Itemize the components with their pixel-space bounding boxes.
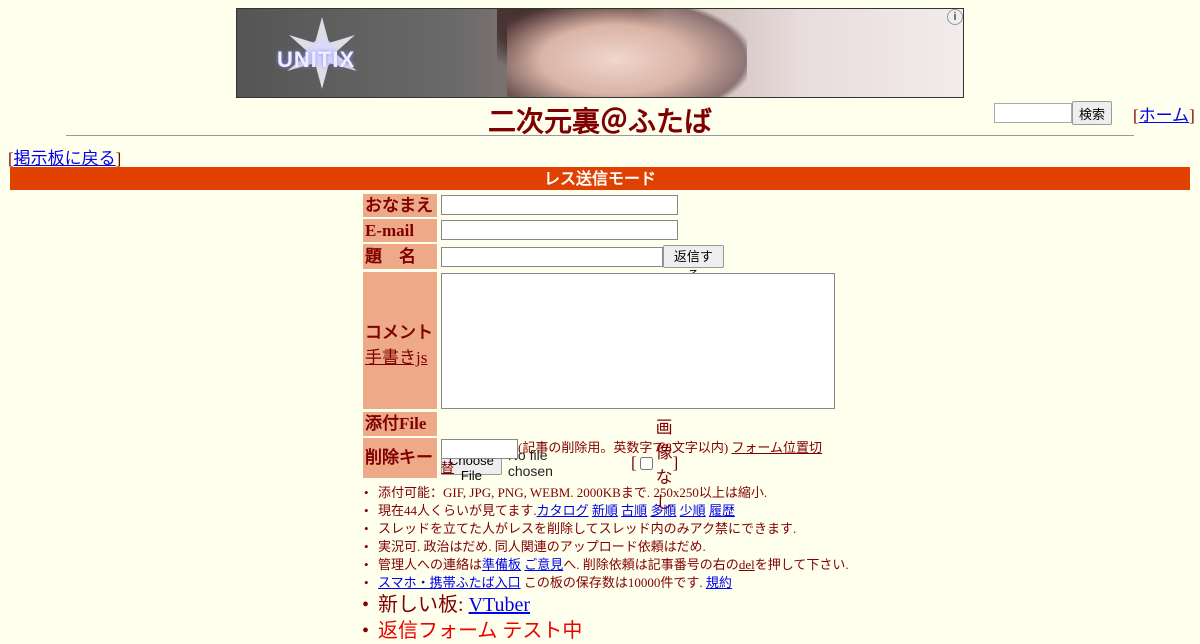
terms-link[interactable]: 規約 (706, 575, 732, 590)
delete-key-label: 削除キー (363, 438, 437, 478)
delete-key-row: (記事の削除用。英数字で8文字以内) フォーム位置切替 (441, 439, 831, 477)
catalog-link[interactable]: カタログ (537, 503, 589, 518)
board-rules-text: 実況可. 政治はだめ. 同人関連のアップロード依頼はだめ. (378, 539, 706, 554)
banner-logo-text: UNITIX (277, 47, 356, 72)
search-form: 検索 (994, 101, 1113, 125)
delete-request-suffix: を押して下さい. (754, 557, 849, 572)
delete-key-input[interactable] (441, 439, 518, 460)
search-button[interactable]: 検索 (1072, 101, 1113, 125)
home-link-wrapper: [ホーム] (1133, 101, 1195, 126)
bracket-close: ] (115, 149, 122, 168)
sort-many-link[interactable]: 多順 (650, 503, 676, 518)
subject-label: 題 名 (363, 244, 437, 269)
upload-rules-text: 添付可能：GIF, JPG, PNG, WEBM. 2000KBまで. 250x… (378, 485, 768, 500)
ad-banner[interactable]: UNITIX i (236, 8, 964, 98)
divider (66, 135, 1134, 136)
storage-count-text: この板の保存数は10000件です. (520, 575, 706, 590)
home-link[interactable]: ホーム (1139, 106, 1190, 125)
info-icon[interactable]: i (947, 9, 963, 25)
email-label: E-mail (363, 219, 437, 242)
thread-ban-text: スレッドを立てた人がレスを削除してスレッド内のみアク禁にできます. (378, 521, 797, 536)
name-label: おなまえ (363, 194, 437, 217)
handwrite-js-link[interactable]: 手書きjs (365, 348, 427, 367)
delete-request-text: へ. 削除依頼は記事番号の右の (563, 557, 739, 572)
history-link[interactable]: 履歴 (709, 503, 735, 518)
subject-input[interactable] (441, 246, 663, 267)
del-link[interactable]: del (739, 557, 755, 572)
feedback-link[interactable]: ご意見 (524, 557, 563, 572)
list-item: 現在44人くらいが見てます.カタログ 新順 古順 多順 少順 履歴 (364, 502, 849, 520)
list-item: 管理人への連絡は準備板 ご意見へ. 削除依頼は記事番号の右のdelを押して下さい… (364, 556, 849, 574)
comment-label-cell: コメント 手書きjs (363, 272, 437, 409)
list-item: スレッドを立てた人がレスを削除してスレッド内のみアク禁にできます. (364, 520, 849, 538)
list-item: スマホ・携帯ふたば入口 この板の保存数は10000件です. 規約 (364, 574, 849, 592)
bracket-close: ] (1189, 106, 1195, 125)
list-item: 実況可. 政治はだめ. 同人関連のアップロード依頼はだめ. (364, 538, 849, 556)
comment-textarea[interactable] (441, 273, 835, 409)
banner-character-image (507, 9, 747, 97)
reply-mode-bar: レス送信モード (10, 167, 1190, 190)
board-notes-list: 添付可能：GIF, JPG, PNG, WEBM. 2000KBまで. 250x… (362, 484, 849, 644)
delete-key-note: (記事の削除用。英数字で8文字以内) (518, 440, 729, 455)
vtuber-board-link[interactable]: VTuber (469, 594, 531, 616)
list-item: 添付可能：GIF, JPG, PNG, WEBM. 2000KBまで. 250x… (364, 484, 849, 502)
reply-form-test-text: 返信フォーム テスト中 (378, 620, 583, 642)
mobile-entry-link[interactable]: スマホ・携帯ふたば入口 (378, 575, 521, 590)
sort-new-link[interactable]: 新順 (592, 503, 618, 518)
viewer-count-text: 現在44人くらいが見てます. (378, 503, 537, 518)
back-link-wrapper: [掲示板に戻る] (8, 144, 121, 169)
sort-old-link[interactable]: 古順 (621, 503, 647, 518)
new-board-text: 新しい板: (378, 594, 469, 616)
name-input[interactable] (441, 195, 678, 215)
sort-few-link[interactable]: 少順 (680, 503, 706, 518)
file-label: 添付File (363, 412, 437, 436)
list-item: 新しい板: VTuber (362, 592, 849, 618)
email-input[interactable] (441, 220, 678, 240)
contact-text: 管理人への連絡は (378, 557, 483, 572)
list-item: 返信フォーム テスト中 (362, 618, 849, 644)
reply-submit-button[interactable]: 返信する (662, 245, 725, 283)
search-input[interactable] (994, 103, 1072, 123)
comment-label: コメント (365, 323, 433, 342)
back-to-board-link[interactable]: 掲示板に戻る (14, 149, 116, 168)
prep-board-link[interactable]: 準備板 (482, 557, 521, 572)
